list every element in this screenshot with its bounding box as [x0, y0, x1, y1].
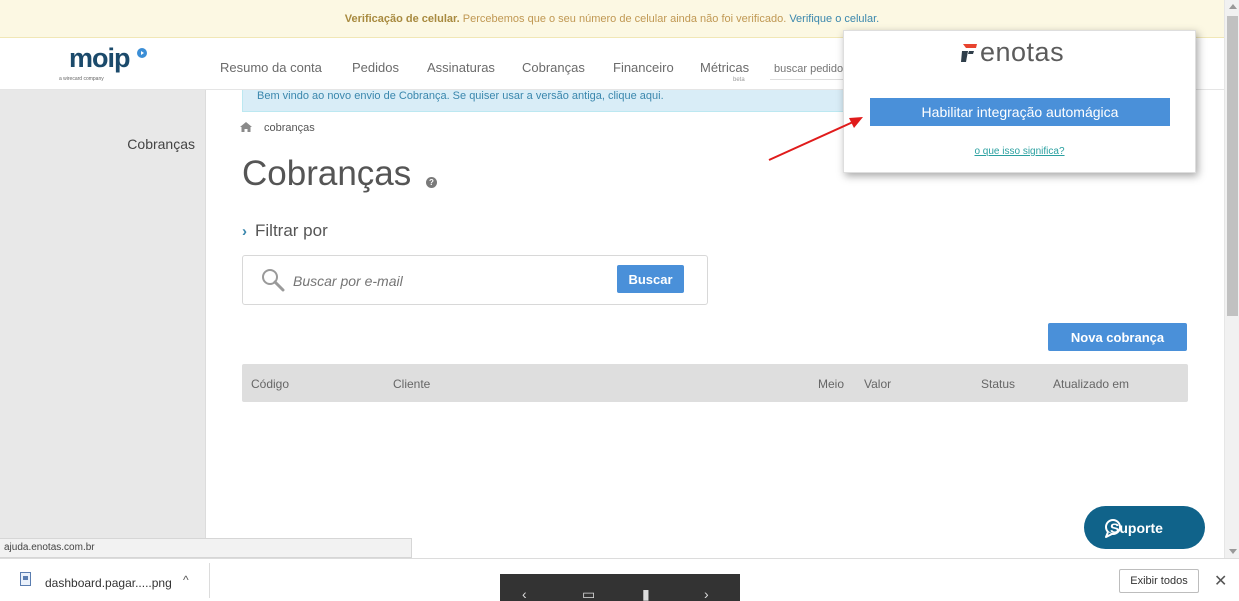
verify-phone-link[interactable]: Verifique o celular.	[789, 13, 879, 25]
image-file-icon	[20, 572, 31, 586]
column-status[interactable]: Status	[981, 377, 1015, 391]
metricas-beta-label: beta	[733, 77, 745, 83]
red-arrow-annotation	[768, 117, 863, 161]
show-all-downloads-button[interactable]: Exibir todos	[1119, 569, 1199, 593]
filter-toggle[interactable]: › Filtrar por	[242, 221, 328, 241]
nav-pedidos[interactable]: Pedidos	[352, 60, 399, 75]
filter-label: Filtrar por	[255, 221, 328, 240]
enotas-mark-icon	[961, 44, 977, 62]
chevron-up-icon[interactable]: ^	[183, 573, 189, 587]
column-atualizado-em[interactable]: Atualizado em	[1053, 377, 1129, 391]
column-meio[interactable]: Meio	[818, 377, 844, 391]
what-does-it-mean-link[interactable]: o que isso significa?	[844, 146, 1195, 157]
enotas-logo: enotas	[959, 37, 1089, 71]
enotas-popup: enotas Habilitar integração automágica o…	[843, 30, 1196, 173]
logo-play-icon	[137, 48, 147, 58]
order-search-input[interactable]	[770, 58, 850, 80]
enable-integration-button[interactable]: Habilitar integração automágica	[870, 98, 1170, 126]
enotas-logo-text: enotas	[980, 37, 1065, 67]
scroll-up-icon[interactable]	[1229, 4, 1237, 9]
download-shelf: dashboard.pagar.....png ^ ‹ ▭ ▮ › Exibir…	[0, 558, 1239, 601]
email-search-input[interactable]	[293, 270, 593, 292]
page: Verificação de celular. Percebemos que o…	[0, 0, 1239, 601]
email-search-box: Buscar	[242, 255, 708, 305]
verification-text: Percebemos que o seu número de celular a…	[459, 13, 790, 25]
trash-icon[interactable]: ▮	[642, 587, 656, 601]
close-icon[interactable]: ✕	[1214, 571, 1227, 591]
download-file-name[interactable]: dashboard.pagar.....png	[45, 576, 172, 590]
fit-screen-icon[interactable]: ▭	[582, 587, 596, 601]
status-bar-url: ajuda.enotas.com.br	[0, 538, 412, 558]
download-divider	[209, 563, 210, 598]
charges-table-header: Código Cliente Meio Valor Status Atualiz…	[242, 364, 1188, 402]
new-charge-button[interactable]: Nova cobrança	[1048, 323, 1187, 351]
moip-logo[interactable]: moip a wirecard company	[57, 43, 152, 85]
chevron-right-icon: ›	[242, 223, 247, 240]
nav-cobrancas[interactable]: Cobranças	[522, 60, 585, 75]
logo-subtitle: a wirecard company	[59, 76, 104, 82]
scrollbar-thumb[interactable]	[1227, 16, 1238, 316]
column-cliente[interactable]: Cliente	[393, 377, 430, 391]
column-codigo[interactable]: Código	[251, 377, 289, 391]
vertical-scrollbar[interactable]	[1224, 0, 1239, 558]
breadcrumb-current: cobranças	[264, 122, 315, 134]
scroll-down-icon[interactable]	[1229, 549, 1237, 554]
logo-text: moip	[69, 43, 130, 73]
welcome-info-banner[interactable]: Bem vindo ao novo envio de Cobrança. Se …	[242, 90, 882, 112]
nav-assinaturas[interactable]: Assinaturas	[427, 60, 495, 75]
page-title: Cobranças	[242, 154, 412, 193]
previous-icon[interactable]: ‹	[522, 587, 536, 601]
chat-bubble-icon	[1105, 519, 1121, 538]
magnifier-icon	[262, 269, 285, 292]
next-icon[interactable]: ›	[704, 587, 718, 601]
sidebar-title[interactable]: Cobranças	[127, 136, 195, 152]
home-icon[interactable]	[240, 122, 252, 132]
verification-title: Verificação de celular.	[344, 13, 460, 25]
search-button[interactable]: Buscar	[617, 265, 684, 293]
sidebar: Cobranças	[0, 90, 206, 558]
nav-resumo-da-conta[interactable]: Resumo da conta	[220, 60, 322, 75]
help-icon[interactable]: ?	[426, 177, 437, 188]
column-valor[interactable]: Valor	[864, 377, 891, 391]
nav-metricas[interactable]: Métricas	[700, 60, 749, 75]
image-viewer-toolbar: ‹ ▭ ▮ ›	[500, 574, 740, 601]
nav-financeiro[interactable]: Financeiro	[613, 60, 674, 75]
